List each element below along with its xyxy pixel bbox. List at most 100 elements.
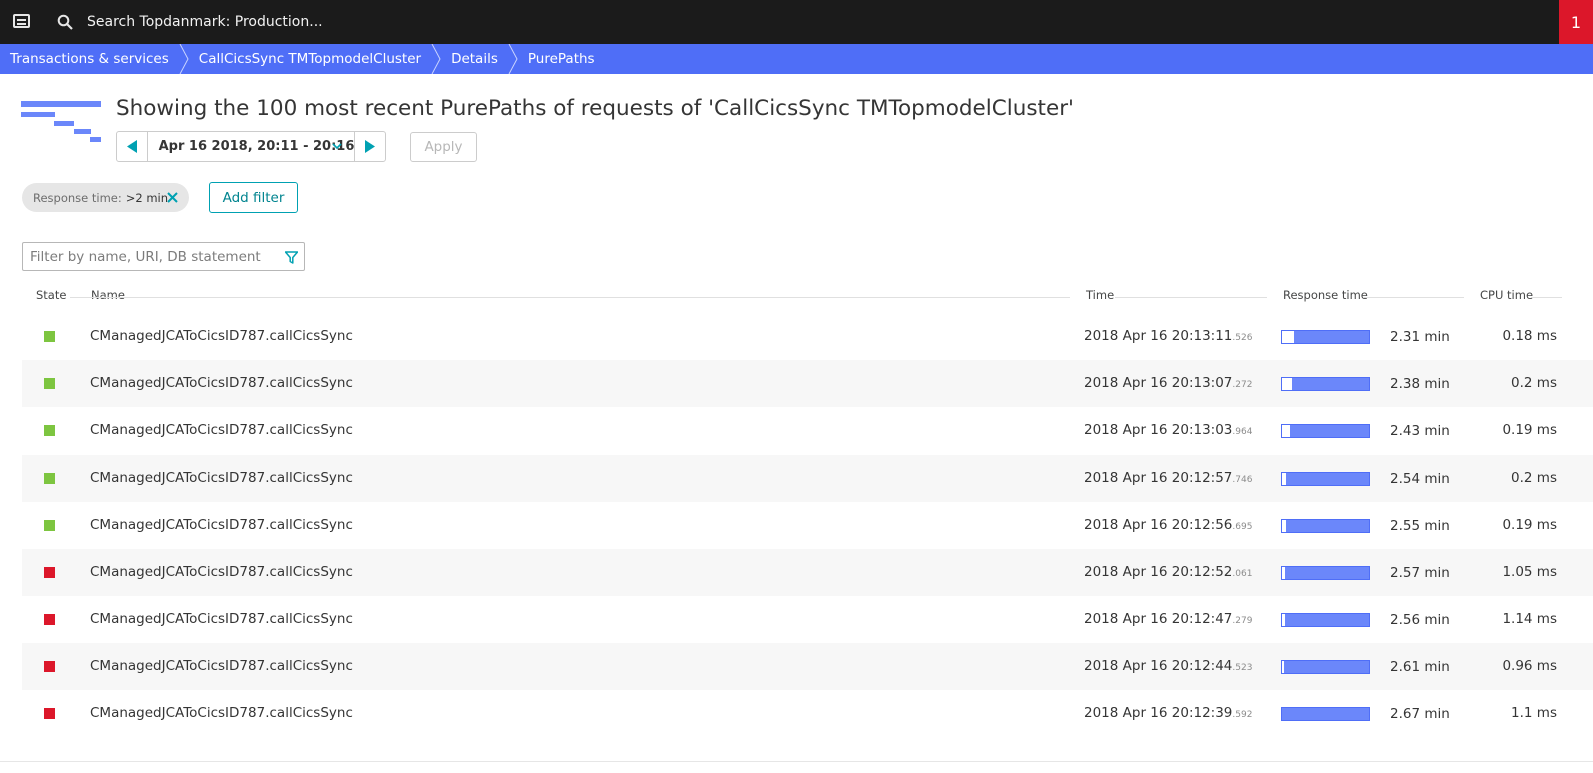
breadcrumb-separator-icon xyxy=(179,44,189,74)
response-time-bar-fill xyxy=(1293,331,1369,343)
breadcrumb-label: PurePaths xyxy=(527,51,595,67)
response-time-bar xyxy=(1281,472,1370,486)
column-header-cpu-time[interactable]: CPU time xyxy=(1480,288,1533,302)
add-filter-button[interactable]: Add filter xyxy=(209,182,298,213)
column-header-time[interactable]: Time xyxy=(1086,288,1114,302)
request-name: CManagedJCAToCicsID787.callCicsSync xyxy=(90,517,353,533)
timeframe-selector: Apr 16 2018, 20:11 - 20:16 xyxy=(116,131,386,162)
request-time: 2018 Apr 16 20:13:07.272 xyxy=(1084,375,1253,391)
response-time-bar xyxy=(1281,377,1370,391)
response-time-bar-fill xyxy=(1289,425,1369,437)
column-divider xyxy=(1115,297,1267,298)
request-name: CManagedJCAToCicsID787.callCicsSync xyxy=(90,375,353,391)
response-time-bar xyxy=(1281,566,1370,580)
response-time-value: 2.43 min xyxy=(1390,423,1450,439)
response-time-value: 2.31 min xyxy=(1390,329,1450,345)
response-time-value: 2.54 min xyxy=(1390,471,1450,487)
filter-chip-key: Response time: xyxy=(33,190,122,205)
request-time: 2018 Apr 16 20:12:56.695 xyxy=(1084,517,1253,533)
breadcrumb-label: CallCicsSync TMTopmodelCluster xyxy=(198,51,422,67)
cpu-time-value: 0.2 ms xyxy=(1511,470,1557,486)
arrow-right-icon xyxy=(365,140,376,153)
search-icon[interactable] xyxy=(57,14,73,30)
request-name: CManagedJCAToCicsID787.callCicsSync xyxy=(90,705,353,721)
state-indicator xyxy=(44,520,55,531)
cpu-time-value: 0.2 ms xyxy=(1511,375,1557,391)
breadcrumb-purepaths[interactable]: PurePaths xyxy=(520,44,617,74)
request-name: CManagedJCAToCicsID787.callCicsSync xyxy=(90,422,353,438)
response-time-bar-fill xyxy=(1285,520,1369,532)
column-header-name[interactable]: Name xyxy=(91,288,125,302)
breadcrumb-transactions-services[interactable]: Transactions & services xyxy=(0,44,191,74)
state-indicator xyxy=(44,473,55,484)
column-divider xyxy=(70,297,1070,298)
state-indicator xyxy=(44,708,55,719)
divider xyxy=(0,761,1593,762)
response-time-bar xyxy=(1281,613,1370,627)
cpu-time-value: 1.1 ms xyxy=(1511,705,1557,721)
table-row[interactable]: CManagedJCAToCicsID787.callCicsSync 2018… xyxy=(22,596,1593,643)
column-divider xyxy=(1363,297,1464,298)
search-field[interactable]: Search Topdanmark: Production... xyxy=(87,14,323,30)
column-divider xyxy=(1532,297,1562,298)
timeframe-dropdown[interactable]: Apr 16 2018, 20:11 - 20:16 xyxy=(148,132,355,161)
filter-chip-value: >2 min xyxy=(125,190,169,205)
request-name: CManagedJCAToCicsID787.callCicsSync xyxy=(90,328,353,344)
table-row[interactable]: CManagedJCAToCicsID787.callCicsSync 2018… xyxy=(22,549,1593,596)
timeframe-next-button[interactable] xyxy=(354,132,385,161)
request-time: 2018 Apr 16 20:12:39.592 xyxy=(1084,705,1253,721)
table-row[interactable]: CManagedJCAToCicsID787.callCicsSync 2018… xyxy=(22,690,1593,737)
response-time-value: 2.56 min xyxy=(1390,612,1450,628)
purepath-waterfall-icon xyxy=(21,101,101,142)
response-time-bar xyxy=(1281,519,1370,533)
request-time: 2018 Apr 16 20:12:52.061 xyxy=(1084,564,1253,580)
state-indicator xyxy=(44,567,55,578)
column-header-response-time[interactable]: Response time xyxy=(1283,288,1368,302)
response-time-bar-fill xyxy=(1285,567,1369,579)
response-time-bar xyxy=(1281,707,1370,721)
response-time-bar-fill xyxy=(1284,661,1369,673)
column-header-state[interactable]: State xyxy=(36,288,66,302)
cpu-time-value: 1.05 ms xyxy=(1502,564,1557,580)
breadcrumb-service[interactable]: CallCicsSync TMTopmodelCluster xyxy=(191,44,443,74)
response-time-bar xyxy=(1281,660,1370,674)
close-icon[interactable] xyxy=(166,191,179,204)
response-time-bar-fill xyxy=(1285,614,1369,626)
request-name: CManagedJCAToCicsID787.callCicsSync xyxy=(90,564,353,580)
response-time-value: 2.61 min xyxy=(1390,659,1450,675)
filter-chip-response-time[interactable]: Response time: >2 min xyxy=(22,183,189,212)
response-time-value: 2.38 min xyxy=(1390,376,1450,392)
table-row[interactable]: CManagedJCAToCicsID787.callCicsSync 2018… xyxy=(22,313,1593,360)
state-indicator xyxy=(44,614,55,625)
name-filter-input[interactable] xyxy=(23,243,273,270)
breadcrumb-label: Details xyxy=(451,51,498,67)
request-time: 2018 Apr 16 20:12:57.746 xyxy=(1084,470,1253,486)
menu-icon[interactable] xyxy=(13,14,30,28)
funnel-icon[interactable] xyxy=(285,251,298,264)
apply-button[interactable]: Apply xyxy=(410,132,477,162)
breadcrumb: Transactions & services CallCicsSync TMT… xyxy=(0,44,1593,74)
table-row[interactable]: CManagedJCAToCicsID787.callCicsSync 2018… xyxy=(22,455,1593,502)
request-time: 2018 Apr 16 20:12:47.279 xyxy=(1084,611,1253,627)
response-time-value: 2.55 min xyxy=(1390,518,1450,534)
arrow-left-icon xyxy=(126,140,137,153)
table-row[interactable]: CManagedJCAToCicsID787.callCicsSync 2018… xyxy=(22,502,1593,549)
request-time: 2018 Apr 16 20:13:11.526 xyxy=(1084,328,1253,344)
chevron-down-icon xyxy=(332,143,342,150)
state-indicator xyxy=(44,661,55,672)
cpu-time-value: 0.18 ms xyxy=(1502,328,1557,344)
problems-badge[interactable]: 1 xyxy=(1559,0,1593,44)
request-name: CManagedJCAToCicsID787.callCicsSync xyxy=(90,658,353,674)
cpu-time-value: 0.96 ms xyxy=(1502,658,1557,674)
table-row[interactable]: CManagedJCAToCicsID787.callCicsSync 2018… xyxy=(22,407,1593,454)
breadcrumb-details[interactable]: Details xyxy=(443,44,520,74)
table-row[interactable]: CManagedJCAToCicsID787.callCicsSync 2018… xyxy=(22,360,1593,407)
response-time-bar-fill xyxy=(1291,378,1369,390)
breadcrumb-label: Transactions & services xyxy=(10,51,169,67)
cpu-time-value: 0.19 ms xyxy=(1502,422,1557,438)
timeframe-previous-button[interactable] xyxy=(117,132,148,161)
response-time-bar xyxy=(1281,330,1370,344)
name-filter-field xyxy=(22,242,305,271)
table-row[interactable]: CManagedJCAToCicsID787.callCicsSync 2018… xyxy=(22,643,1593,690)
breadcrumb-separator-icon xyxy=(508,44,518,74)
